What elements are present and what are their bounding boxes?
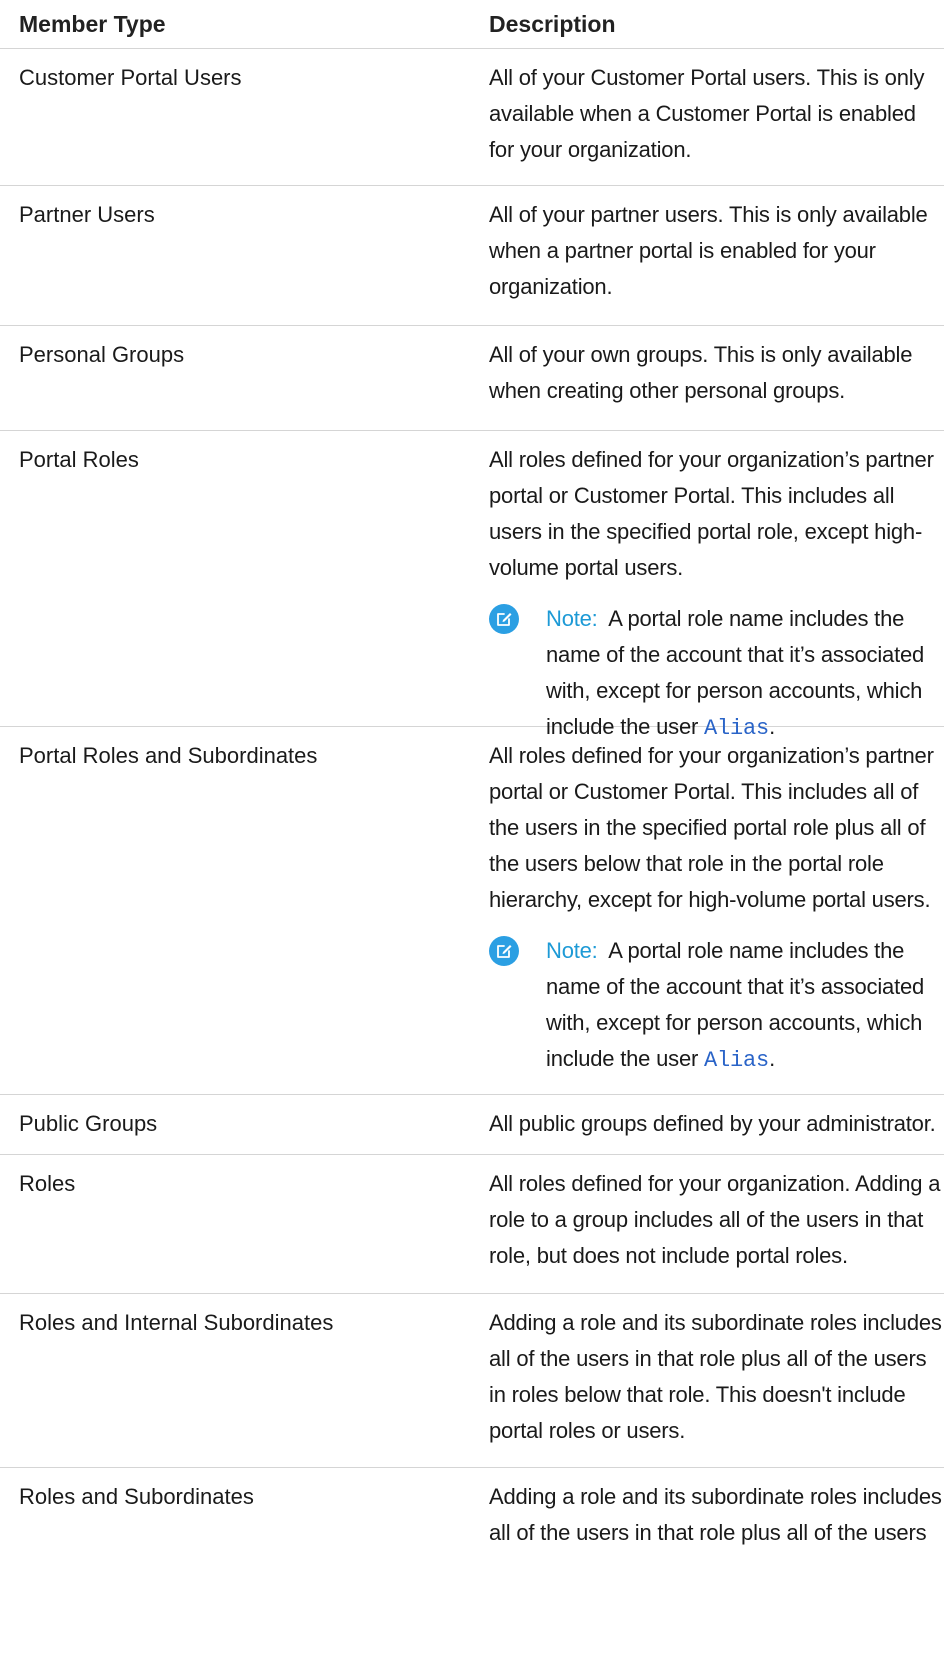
member-type-cell: Portal Roles: [19, 447, 139, 472]
description-cell: All public groups defined by your admini…: [489, 1106, 944, 1141]
note-body: Note: A portal role name includes the na…: [546, 601, 944, 747]
table-row: Roles and Subordinates Adding a role and…: [0, 1468, 944, 1668]
table-row: Customer Portal Users All of your Custom…: [0, 49, 944, 186]
table-row: Portal Roles and Subordinates All roles …: [0, 727, 944, 1095]
member-type-cell: Portal Roles and Subordinates: [19, 743, 318, 768]
table-row: Roles All roles defined for your organiz…: [0, 1155, 944, 1294]
description-text: All of your partner users. This is only …: [489, 202, 928, 299]
member-type-cell: Public Groups: [19, 1111, 158, 1136]
member-type-cell: Roles and Subordinates: [19, 1484, 254, 1509]
description-text: All roles defined for your organization’…: [489, 743, 934, 912]
member-type-cell: Roles and Internal Subordinates: [19, 1310, 334, 1335]
description-cell: All roles defined for your organization’…: [489, 738, 944, 1081]
description-cell: All of your own groups. This is only ava…: [489, 337, 944, 417]
description-text: All roles defined for your organization’…: [489, 447, 934, 580]
header-member-type: Member Type: [19, 11, 166, 37]
description-cell: Adding a role and its subordinate roles …: [489, 1305, 944, 1454]
edit-note-icon: [489, 936, 519, 966]
table-row: Personal Groups All of your own groups. …: [0, 326, 944, 431]
table-row: Portal Roles All roles defined for your …: [0, 431, 944, 741]
table-row: Roles and Internal Subordinates Adding a…: [0, 1294, 944, 1468]
description-text: All of your Customer Portal users. This …: [489, 65, 925, 162]
note-label: Note:: [546, 606, 598, 631]
note-suffix: .: [769, 714, 775, 739]
header-description: Description: [489, 11, 616, 37]
member-type-cell: Roles: [19, 1171, 76, 1196]
note-block: Note: A portal role name includes the na…: [489, 601, 944, 747]
member-type-table: Member Type Description Customer Portal …: [0, 0, 944, 1668]
description-text: All public groups defined by your admini…: [489, 1111, 936, 1136]
description-text: Adding a role and its subordinate roles …: [489, 1484, 942, 1545]
note-suffix: .: [769, 1046, 775, 1071]
table-row: Partner Users All of your partner users.…: [0, 186, 944, 326]
description-text: Adding a role and its subordinate roles …: [489, 1310, 942, 1443]
description-text: All of your own groups. This is only ava…: [489, 342, 913, 403]
note-block: Note: A portal role name includes the na…: [489, 933, 944, 1079]
table-row: Public Groups All public groups defined …: [0, 1095, 944, 1155]
alias-code: Alias: [704, 1048, 770, 1073]
table-header-row: Member Type Description: [0, 0, 944, 49]
description-cell: All roles defined for your organization’…: [489, 442, 944, 741]
description-cell: All of your Customer Portal users. This …: [489, 60, 944, 172]
description-cell: Adding a role and its subordinate roles …: [489, 1479, 944, 1655]
member-type-cell: Partner Users: [19, 202, 155, 227]
note-label: Note:: [546, 938, 598, 963]
description-cell: All roles defined for your organization.…: [489, 1166, 944, 1280]
description-text: All roles defined for your organization.…: [489, 1171, 941, 1268]
member-type-cell: Customer Portal Users: [19, 65, 242, 90]
member-type-cell: Personal Groups: [19, 342, 185, 367]
note-body: Note: A portal role name includes the na…: [546, 933, 944, 1079]
edit-note-icon: [489, 604, 519, 634]
description-cell: All of your partner users. This is only …: [489, 197, 944, 312]
